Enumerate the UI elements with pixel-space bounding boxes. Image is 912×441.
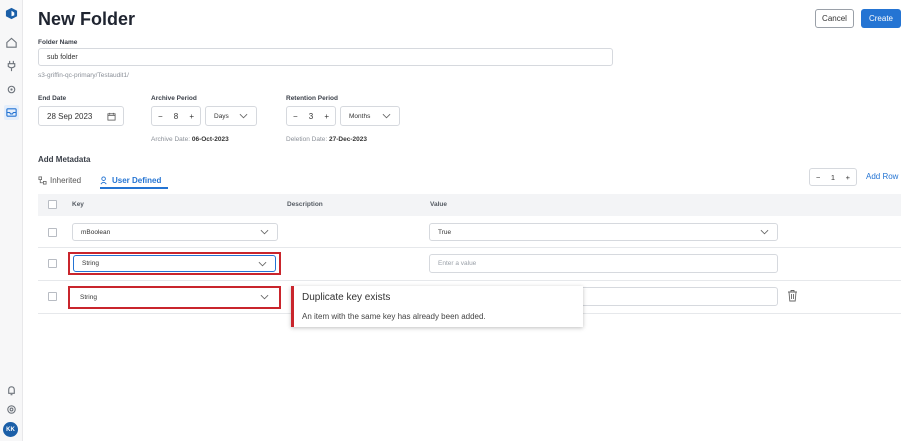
- page-title: New Folder: [38, 9, 136, 29]
- create-button[interactable]: Create: [861, 9, 901, 28]
- row-count-value: 1: [830, 172, 836, 182]
- retention-period-label: Retention Period: [286, 95, 339, 102]
- end-date-label: End Date: [38, 95, 67, 102]
- value-placeholder: Enter a value: [438, 260, 477, 267]
- row-checkbox[interactable]: [48, 228, 57, 237]
- value-value: True: [438, 228, 452, 236]
- chevron-down-icon: [382, 113, 391, 119]
- key-value: mBoolean: [81, 228, 111, 236]
- retention-increment-button[interactable]: +: [324, 112, 329, 121]
- inbox-icon[interactable]: [4, 105, 19, 120]
- add-metadata-heading: Add Metadata: [38, 155, 91, 164]
- column-description: Description: [287, 201, 323, 208]
- archive-period-label: Archive Period: [151, 95, 197, 102]
- key-select[interactable]: String: [72, 288, 277, 306]
- hierarchy-icon: [38, 176, 47, 185]
- avatar[interactable]: KK: [3, 422, 18, 437]
- retention-unit-select[interactable]: Months: [340, 106, 400, 126]
- chevron-down-icon: [239, 113, 248, 119]
- folder-path: s3-griffin-qc-primary/Testaudit1/: [38, 72, 129, 79]
- tab-inherited[interactable]: Inherited: [38, 176, 81, 185]
- retention-unit-value: Months: [349, 112, 371, 120]
- chevron-down-icon: [258, 261, 267, 266]
- logo-icon[interactable]: [4, 6, 19, 21]
- select-all-checkbox[interactable]: [48, 200, 57, 209]
- deletion-date-value: 27-Dec-2023: [329, 136, 367, 143]
- calendar-icon[interactable]: [107, 112, 116, 121]
- chevron-down-icon: [260, 229, 269, 235]
- row-checkbox[interactable]: [48, 292, 57, 301]
- column-key: Key: [72, 201, 84, 208]
- user-key-icon: [100, 176, 107, 185]
- archive-unit-select[interactable]: Days: [205, 106, 257, 126]
- key-value: String: [82, 260, 99, 267]
- home-icon[interactable]: [4, 35, 19, 50]
- row-divider: [38, 280, 901, 281]
- archive-period-stepper[interactable]: − 8 +: [151, 106, 201, 126]
- chevron-down-icon: [260, 294, 269, 300]
- folder-name-input[interactable]: sub folder: [38, 48, 613, 66]
- cancel-button[interactable]: Cancel: [815, 9, 854, 28]
- value-input[interactable]: Enter a value: [429, 254, 778, 273]
- key-select[interactable]: String: [73, 255, 276, 272]
- value-select[interactable]: True: [429, 223, 778, 241]
- row-checkbox[interactable]: [48, 259, 57, 268]
- left-nav-rail: KK: [0, 0, 23, 441]
- archive-decrement-button[interactable]: −: [158, 112, 163, 121]
- gear-icon[interactable]: [4, 402, 19, 417]
- end-date-input[interactable]: 28 Sep 2023: [38, 106, 124, 126]
- end-date-value: 28 Sep 2023: [47, 111, 93, 121]
- active-tab-indicator: [100, 187, 168, 189]
- archive-increment-button[interactable]: +: [189, 112, 194, 121]
- folder-name-label: Folder Name: [38, 39, 78, 46]
- row-divider: [38, 247, 901, 248]
- toast-message: An item with the same key has already be…: [302, 312, 486, 321]
- retention-period-stepper[interactable]: − 3 +: [286, 106, 336, 126]
- archive-unit-value: Days: [214, 112, 229, 120]
- row-increment-button[interactable]: +: [846, 173, 850, 182]
- metadata-table-header: Key Description Value: [38, 194, 901, 216]
- archive-date-value: 06-Oct-2023: [191, 136, 229, 143]
- column-value: Value: [430, 201, 447, 208]
- add-row-link[interactable]: Add Row: [866, 172, 898, 181]
- toast-title: Duplicate key exists: [302, 292, 391, 303]
- key-value: String: [80, 293, 97, 301]
- retention-decrement-button[interactable]: −: [293, 112, 298, 121]
- deletion-date-note: Deletion Date: 27-Dec-2023: [286, 136, 367, 143]
- archive-period-value: 8: [173, 111, 179, 121]
- row-count-stepper[interactable]: − 1 +: [809, 168, 857, 186]
- tab-user-defined[interactable]: User Defined: [100, 176, 161, 185]
- retention-period-value: 3: [308, 111, 314, 121]
- duplicate-key-toast: Duplicate key exists An item with the sa…: [291, 286, 583, 327]
- row-decrement-button[interactable]: −: [816, 173, 820, 182]
- chevron-down-icon: [760, 229, 769, 235]
- key-select[interactable]: mBoolean: [72, 223, 278, 241]
- folder-name-value: sub folder: [47, 53, 78, 61]
- trash-icon[interactable]: [787, 289, 798, 302]
- bell-icon[interactable]: [4, 383, 19, 398]
- settings-cog-icon[interactable]: [4, 82, 19, 97]
- archive-date-note: Archive Date: 06-Oct-2023: [151, 136, 229, 143]
- plug-icon[interactable]: [4, 58, 19, 73]
